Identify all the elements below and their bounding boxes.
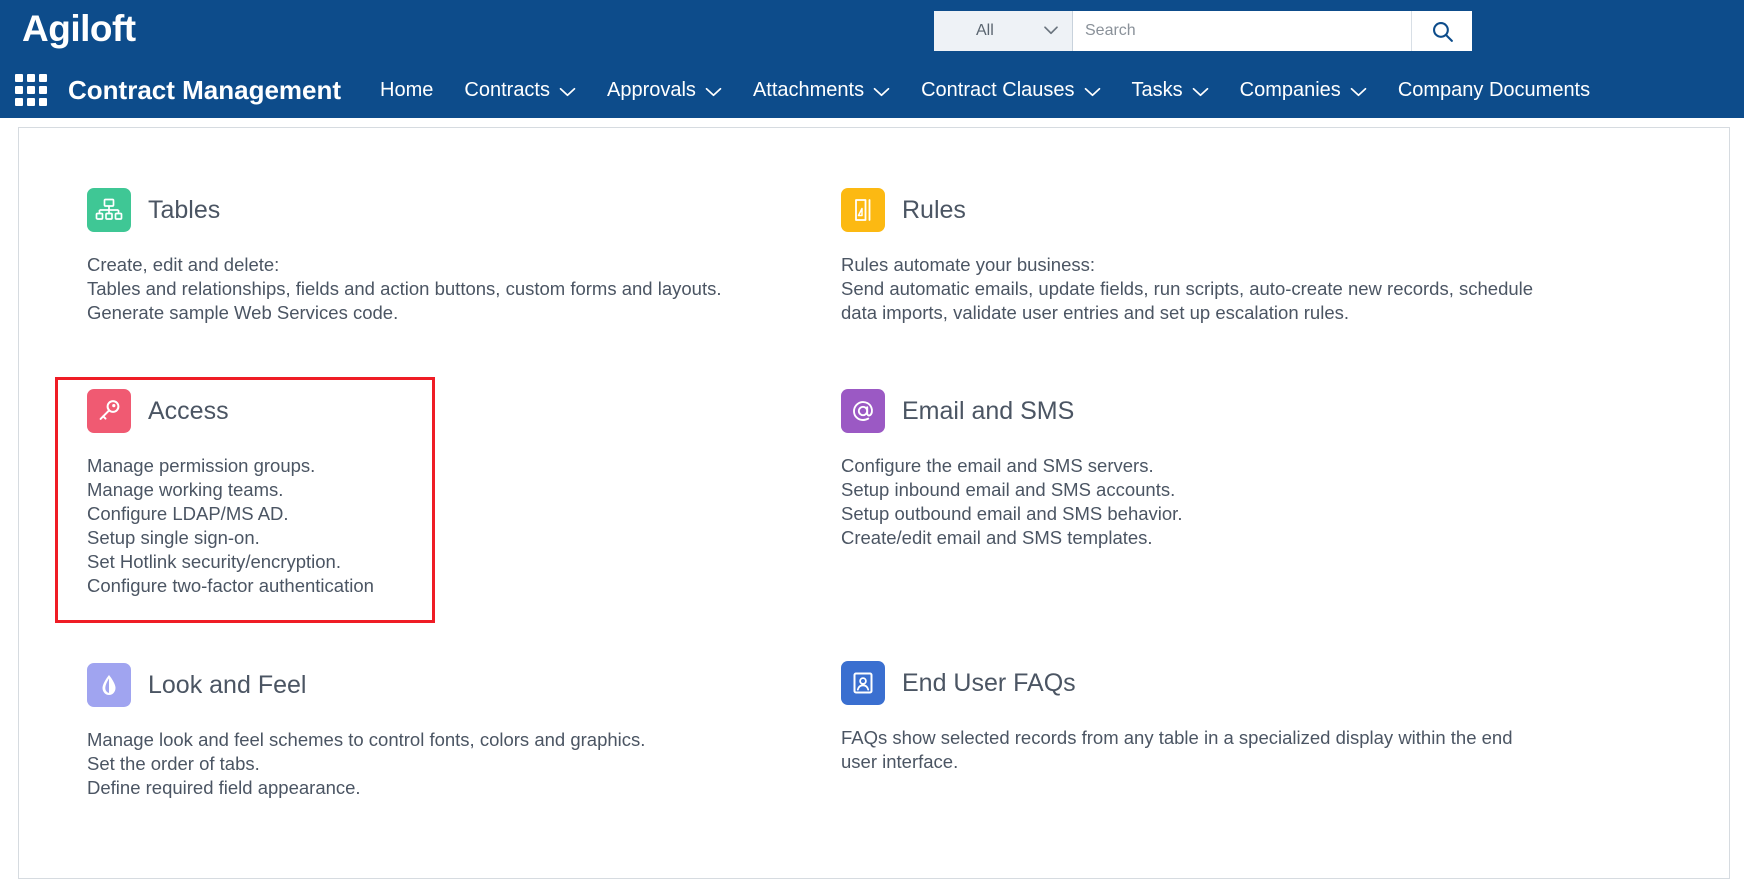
- rules-document-icon: [841, 188, 885, 232]
- setup-card-tables[interactable]: Tables Create, edit and delete: Tables a…: [87, 188, 847, 325]
- nav-item-label: Approvals: [607, 78, 696, 101]
- search-scope-select[interactable]: All: [934, 11, 1073, 51]
- card-line: Set the order of tabs.: [87, 753, 260, 774]
- app-title: Contract Management: [68, 74, 342, 105]
- card-line: Create, edit and delete:: [87, 254, 280, 275]
- setup-card-access[interactable]: Access Manage permission groups. Manage …: [87, 389, 847, 598]
- at-sign-icon: [841, 389, 885, 433]
- nav-item-label: Contract Clauses: [921, 78, 1075, 101]
- nav-item-label: Attachments: [752, 78, 865, 101]
- nav-item-home[interactable]: Home: [380, 79, 433, 102]
- nav-item-companies[interactable]: Companies: [1240, 79, 1367, 102]
- card-line: Configure the email and SMS servers.: [841, 455, 1154, 476]
- nav-item-company-documents[interactable]: Company Documents: [1398, 79, 1590, 102]
- card-header: Email and SMS: [841, 389, 1601, 433]
- setup-card-look-and-feel[interactable]: Look and Feel Manage look and feel schem…: [87, 663, 847, 800]
- nav-item-attachments[interactable]: Attachments: [753, 79, 890, 102]
- nav-item-label: Home: [380, 78, 434, 101]
- card-line: Manage permission groups.: [87, 455, 316, 476]
- setup-content-panel: Tables Create, edit and delete: Tables a…: [18, 127, 1730, 879]
- chevron-down-icon: [1350, 86, 1367, 99]
- card-line: Define required field appearance.: [87, 777, 361, 798]
- apps-grid-icon[interactable]: [15, 74, 47, 106]
- card-description: Create, edit and delete: Tables and rela…: [87, 253, 847, 325]
- card-line: Send automatic emails, update fields, ru…: [841, 278, 1534, 299]
- nav-item-label: Contracts: [464, 78, 550, 101]
- droplet-icon: [87, 663, 131, 707]
- setup-card-email-and-sms[interactable]: Email and SMS Configure the email and SM…: [841, 389, 1601, 550]
- card-title: Tables: [148, 195, 221, 224]
- nav-item-contract-clauses[interactable]: Contract Clauses: [921, 79, 1100, 102]
- card-header: End User FAQs: [841, 661, 1601, 705]
- card-line: Configure LDAP/MS AD.: [87, 503, 289, 524]
- card-description: Manage permission groups. Manage working…: [87, 454, 847, 598]
- search-icon: [1430, 19, 1455, 44]
- nav-item-contracts[interactable]: Contracts: [464, 79, 576, 102]
- card-line: Rules automate your business:: [841, 254, 1095, 275]
- card-title: Rules: [902, 195, 966, 224]
- chevron-down-icon: [873, 86, 890, 99]
- search-scope-value: All: [976, 22, 994, 39]
- card-description: Manage look and feel schemes to control …: [87, 728, 847, 800]
- chevron-down-icon: [1044, 23, 1058, 38]
- chevron-down-icon: [1192, 86, 1209, 99]
- id-badge-icon: [841, 661, 885, 705]
- card-line: Tables and relationships, fields and act…: [87, 278, 722, 299]
- chevron-down-icon: [705, 86, 722, 99]
- card-description: Rules automate your business: Send autom…: [841, 253, 1601, 325]
- card-line: Setup outbound email and SMS behavior.: [841, 503, 1183, 524]
- card-title: Email and SMS: [902, 396, 1075, 425]
- card-header: Look and Feel: [87, 663, 847, 707]
- card-header: Tables: [87, 188, 847, 232]
- setup-card-rules[interactable]: Rules Rules automate your business: Send…: [841, 188, 1601, 325]
- card-line: Manage working teams.: [87, 479, 284, 500]
- card-line: Create/edit email and SMS templates.: [841, 527, 1153, 548]
- nav-item-label: Companies: [1239, 78, 1341, 101]
- main-navigation-bar: Contract Management Home Contracts Appro…: [0, 62, 1744, 118]
- nav-item-tasks[interactable]: Tasks: [1132, 79, 1209, 102]
- nav-item-approvals[interactable]: Approvals: [607, 79, 722, 102]
- nav-item-label: Company Documents: [1397, 78, 1591, 101]
- chevron-down-icon: [559, 86, 576, 99]
- nav-item-label: Tasks: [1131, 78, 1183, 101]
- card-line: Configure two-factor authentication: [87, 575, 374, 596]
- setup-card-end-user-faqs[interactable]: End User FAQs FAQs show selected records…: [841, 661, 1601, 774]
- card-line: Set Hotlink security/encryption.: [87, 551, 341, 572]
- top-header-bar: Agiloft All: [0, 0, 1744, 62]
- card-header: Access: [87, 389, 847, 433]
- card-line: Generate sample Web Services code.: [87, 302, 399, 323]
- agiloft-setup-page: Agiloft All Contract: [0, 0, 1744, 886]
- card-line: FAQs show selected records from any tabl…: [841, 727, 1513, 748]
- nav-items: Home Contracts Approvals Attachments Con…: [380, 79, 1621, 102]
- agiloft-logo: Agiloft: [22, 8, 136, 49]
- chevron-down-icon: [1084, 86, 1101, 99]
- card-line: Manage look and feel schemes to control …: [87, 729, 646, 750]
- global-search-bar: All: [934, 11, 1472, 51]
- card-line: Setup inbound email and SMS accounts.: [841, 479, 1176, 500]
- card-description: FAQs show selected records from any tabl…: [841, 726, 1601, 774]
- card-title: Access: [148, 396, 229, 425]
- card-title: Look and Feel: [148, 670, 307, 699]
- hierarchy-icon: [87, 188, 131, 232]
- card-line: data imports, validate user entries and …: [841, 302, 1350, 323]
- card-line: Setup single sign-on.: [87, 527, 260, 548]
- key-icon: [87, 389, 131, 433]
- card-line: user interface.: [841, 751, 959, 772]
- card-description: Configure the email and SMS servers. Set…: [841, 454, 1601, 550]
- search-input[interactable]: [1073, 11, 1411, 51]
- card-header: Rules: [841, 188, 1601, 232]
- search-submit-button[interactable]: [1411, 11, 1472, 51]
- card-title: End User FAQs: [902, 668, 1076, 697]
